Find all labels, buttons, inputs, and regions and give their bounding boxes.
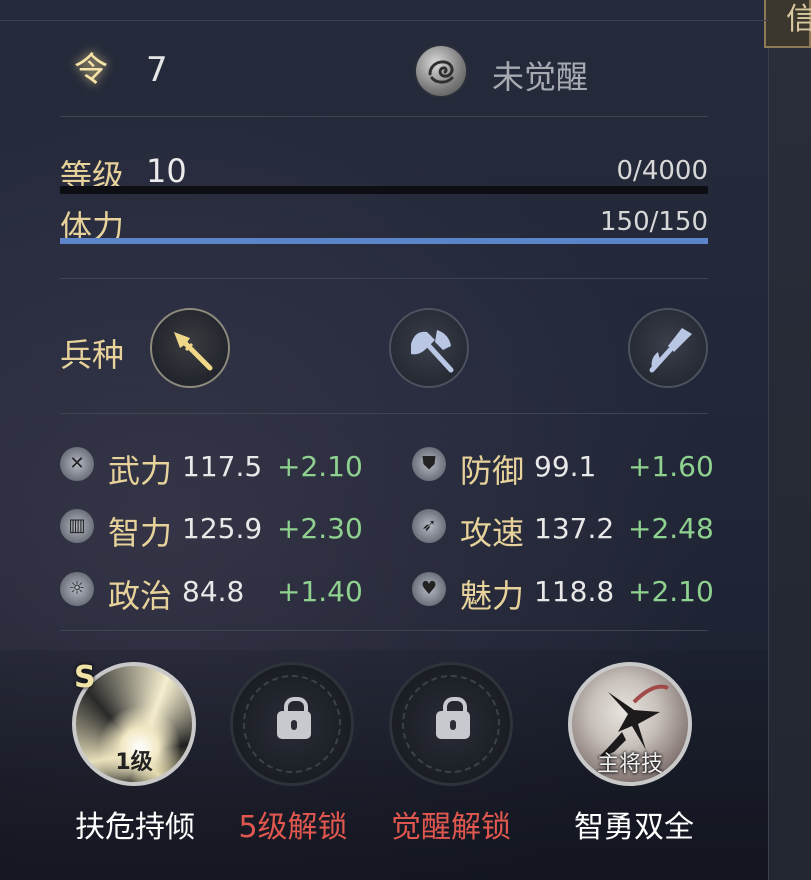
- stat-intellect-value: 125.9: [182, 512, 263, 545]
- skill-name-3: 觉醒解锁: [391, 810, 511, 845]
- divider: [60, 278, 708, 279]
- lock-icon: [277, 697, 311, 739]
- stat-charm-name: 魅力: [460, 577, 525, 615]
- stat-defense-name: 防御: [460, 452, 525, 490]
- panel-top-border: [0, 20, 768, 21]
- skill-name-2: 5级解锁: [238, 810, 348, 845]
- divider: [60, 413, 708, 414]
- divider: [60, 116, 708, 117]
- skill-name-1: 扶危持倾: [75, 810, 195, 845]
- troop-axe[interactable]: [389, 308, 469, 388]
- stat-defense-bonus: +1.60: [628, 450, 714, 483]
- troop-spear[interactable]: [150, 308, 230, 388]
- stat-defense-value: 99.1: [534, 450, 597, 483]
- order-token-count: 7: [146, 50, 168, 90]
- troop-type-label: 兵种: [60, 336, 125, 374]
- skill-slot-2-locked[interactable]: [230, 662, 354, 786]
- divider: [60, 630, 708, 631]
- corner-tab[interactable]: 信: [764, 0, 811, 48]
- skill-grade: S: [74, 660, 96, 695]
- boot-icon: ➶: [412, 509, 446, 543]
- skill-name-4: 智勇双全: [574, 810, 694, 845]
- stat-politics-name: 政治: [108, 577, 173, 615]
- lock-icon: [436, 697, 470, 739]
- dragon-emblem-icon[interactable]: [416, 46, 466, 96]
- stat-speed-bonus: +2.48: [628, 512, 714, 545]
- stamina-value: 150/150: [599, 207, 708, 237]
- troop-halberd[interactable]: [628, 308, 708, 388]
- crossed-swords-icon: ✕: [60, 447, 94, 481]
- stat-politics-value: 84.8: [182, 575, 245, 608]
- skill-level-badge: 1级: [115, 750, 153, 775]
- level-value: 10: [146, 152, 187, 190]
- stat-charm-bonus: +2.10: [628, 575, 714, 608]
- commander-skill-badge: 主将技: [596, 752, 663, 777]
- exp-bar: [60, 186, 708, 194]
- sun-emblem-icon: ☼: [60, 572, 94, 606]
- stat-intellect-name: 智力: [108, 514, 173, 552]
- scroll-icon: ▥: [60, 509, 94, 543]
- stamina-bar: [60, 238, 708, 244]
- stat-force-name: 武力: [108, 452, 173, 490]
- stat-force-value: 117.5: [182, 450, 263, 483]
- heart-icon: ♥: [412, 572, 446, 606]
- stat-speed-value: 137.2: [534, 512, 615, 545]
- halberd-icon: [649, 328, 692, 373]
- stat-speed-name: 攻速: [460, 514, 525, 552]
- stat-force-bonus: +2.10: [277, 450, 363, 483]
- exp-value: 0/4000: [616, 156, 708, 186]
- spear-icon: [174, 332, 213, 371]
- skill-slot-4[interactable]: 主将技: [568, 662, 692, 786]
- right-side-panel-edge: [768, 0, 811, 880]
- awaken-status: 未觉醒: [492, 58, 589, 96]
- shield-icon: ⛊: [412, 447, 446, 481]
- stat-politics-bonus: +1.40: [277, 575, 363, 608]
- stat-charm-value: 118.8: [534, 575, 615, 608]
- skill-slot-3-locked[interactable]: [389, 662, 513, 786]
- stamina-bar-fill: [60, 238, 708, 244]
- axe-icon: [411, 330, 454, 373]
- order-token-icon: 令: [74, 50, 108, 90]
- stat-intellect-bonus: +2.30: [277, 512, 363, 545]
